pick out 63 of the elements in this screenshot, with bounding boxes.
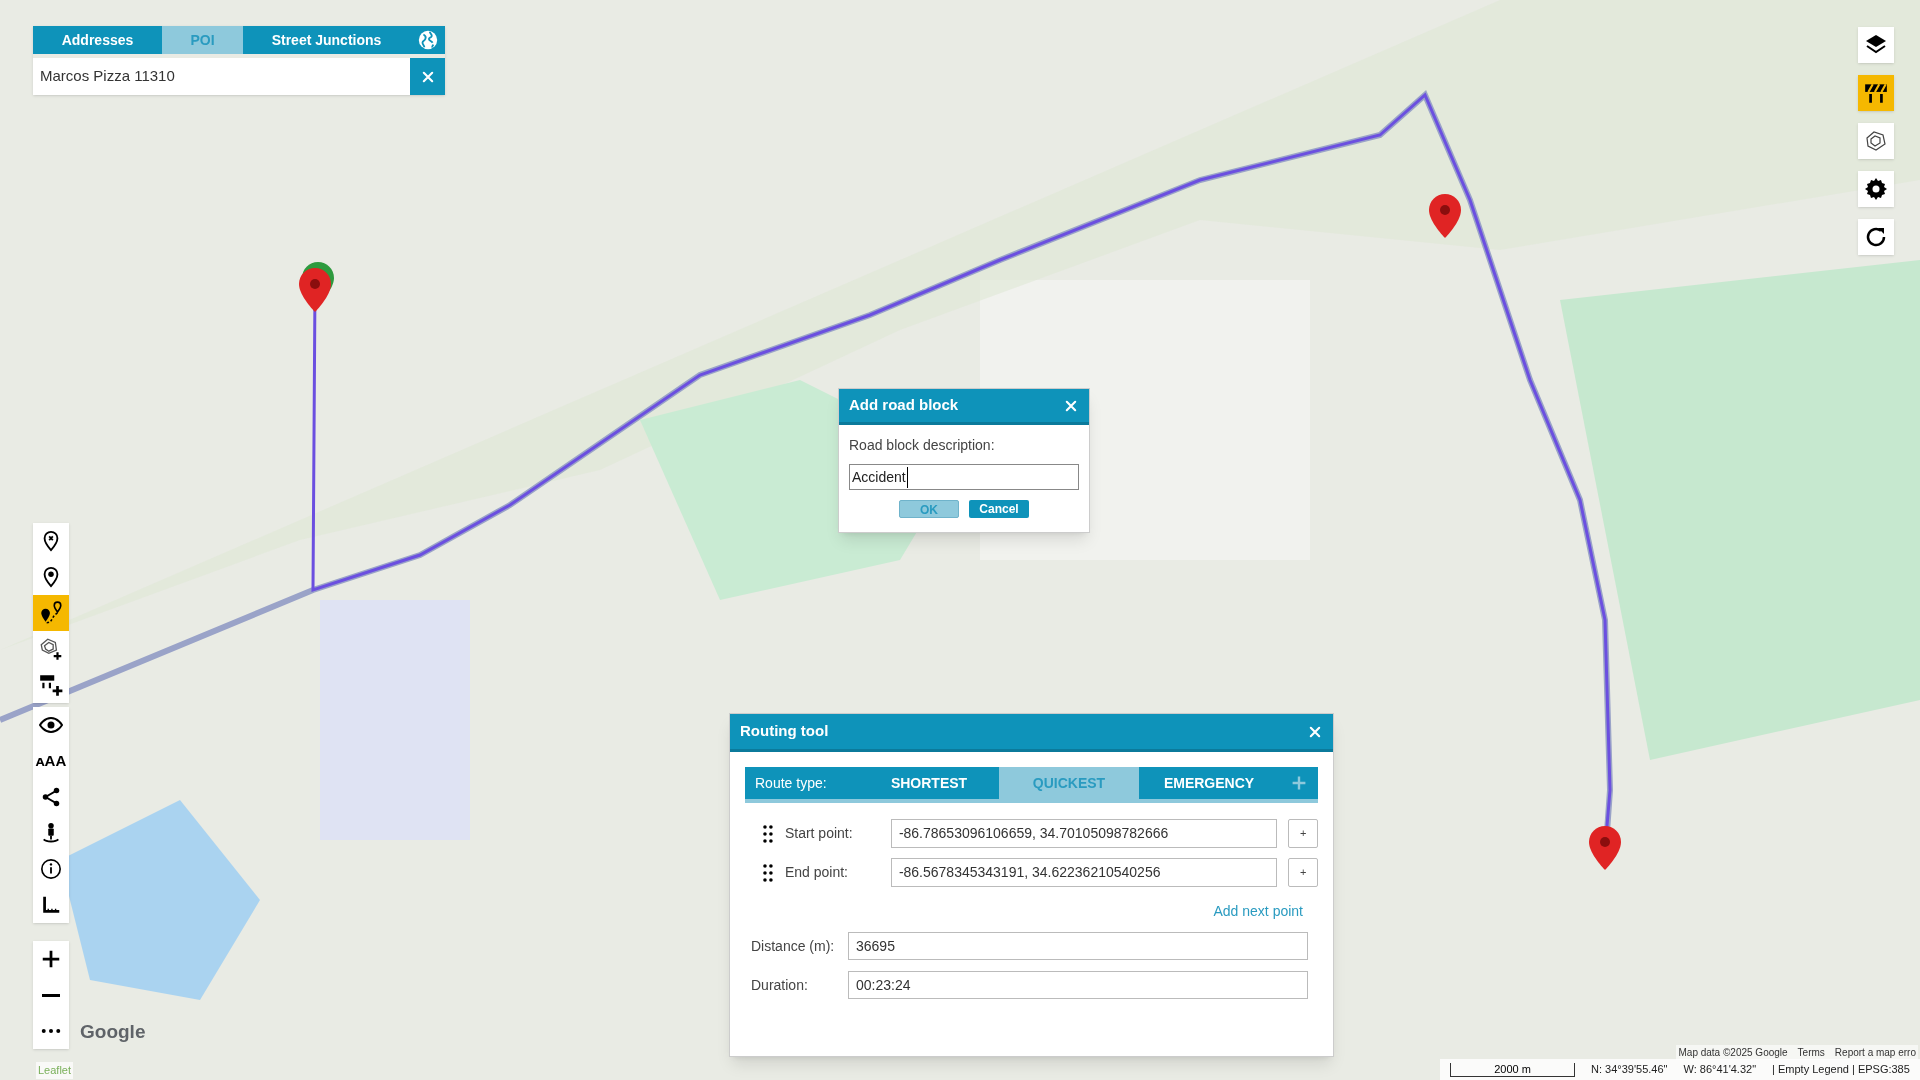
map-pin-icon[interactable] xyxy=(1429,194,1461,238)
field-label: Duration: xyxy=(750,975,809,995)
search-field[interactable]: Marcos Pizza 11310 xyxy=(33,58,410,95)
add-point-button[interactable]: + xyxy=(1288,819,1318,848)
tool-button[interactable] xyxy=(33,523,69,559)
tool-button[interactable] xyxy=(33,887,69,923)
latitude-text: N: 34°39'55.46" xyxy=(1591,1062,1668,1078)
attribution-link[interactable]: Report a map erro xyxy=(1834,1045,1916,1060)
field-label: Start point: xyxy=(784,824,854,843)
plus-icon xyxy=(1290,775,1307,791)
tool-button[interactable] xyxy=(33,595,69,631)
area-icon xyxy=(1864,129,1888,153)
barrier-plus-icon xyxy=(38,672,64,698)
share-icon xyxy=(40,786,62,808)
tool-button[interactable] xyxy=(33,707,69,743)
globe-icon xyxy=(416,29,439,51)
attribution-link[interactable]: Terms xyxy=(1797,1045,1825,1060)
tool-button[interactable] xyxy=(1858,171,1894,207)
distance-field[interactable]: 36695 xyxy=(848,932,1308,960)
tool-button[interactable] xyxy=(33,559,69,595)
point-field[interactable]: -86.78653096106659, 34.70105098782666 xyxy=(890,819,1278,848)
dialog-button[interactable]: Cancel xyxy=(969,500,1029,518)
field-label: Distance (m): xyxy=(750,936,836,956)
dialog-title: Add road block xyxy=(849,395,959,416)
legend-text: | Empty Legend | EPSG:385 xyxy=(1772,1062,1910,1078)
refresh-icon xyxy=(1864,225,1888,249)
field-label: Road block description: xyxy=(849,436,996,455)
zoom-in-icon xyxy=(40,948,62,970)
tool-button[interactable] xyxy=(33,631,69,667)
panel-title: Routing tool xyxy=(740,721,829,742)
tool-button[interactable] xyxy=(1858,123,1894,159)
tool-button[interactable] xyxy=(33,667,69,703)
scale-bar: 2000 m xyxy=(1450,1062,1575,1077)
stacked-pins-icon[interactable] xyxy=(299,262,334,312)
point-field[interactable]: -86.5678345343191, 34.62236210540256 xyxy=(890,858,1278,887)
map-pin-icon[interactable] xyxy=(1589,826,1621,870)
tool-button[interactable] xyxy=(1858,27,1894,63)
longitude-text: W: 86°41'4.32" xyxy=(1683,1062,1757,1078)
close-icon xyxy=(1308,724,1322,739)
field-label: End point: xyxy=(784,863,849,882)
route-type-label: Route type: xyxy=(754,773,828,793)
clear-search-button[interactable] xyxy=(410,58,445,95)
drag-handle-icon xyxy=(763,824,773,843)
description-field[interactable]: Accident xyxy=(849,464,1079,490)
tool-button[interactable] xyxy=(33,1013,69,1049)
drag-handle-icon xyxy=(763,863,773,882)
google-logo: Google xyxy=(80,1020,146,1044)
attribution-link[interactable]: Map data ©2025 Google xyxy=(1678,1045,1788,1060)
add-point-button[interactable]: + xyxy=(1288,858,1318,887)
tool-button[interactable] xyxy=(1858,219,1894,255)
area-plus-icon xyxy=(38,636,64,662)
more-icon xyxy=(41,1029,61,1033)
zoom-out-icon xyxy=(42,993,60,997)
info-icon xyxy=(40,858,62,880)
close-icon xyxy=(420,69,435,84)
route-pins-icon xyxy=(38,600,64,626)
ruler-icon xyxy=(40,894,62,916)
settings-icon xyxy=(1864,177,1888,201)
tool-button[interactable] xyxy=(1858,75,1894,111)
tool-button[interactable] xyxy=(33,941,69,977)
text-size-button[interactable]: ᴀAA xyxy=(33,743,69,779)
duration-field[interactable]: 00:23:24 xyxy=(848,971,1308,999)
close-icon xyxy=(1064,398,1078,413)
